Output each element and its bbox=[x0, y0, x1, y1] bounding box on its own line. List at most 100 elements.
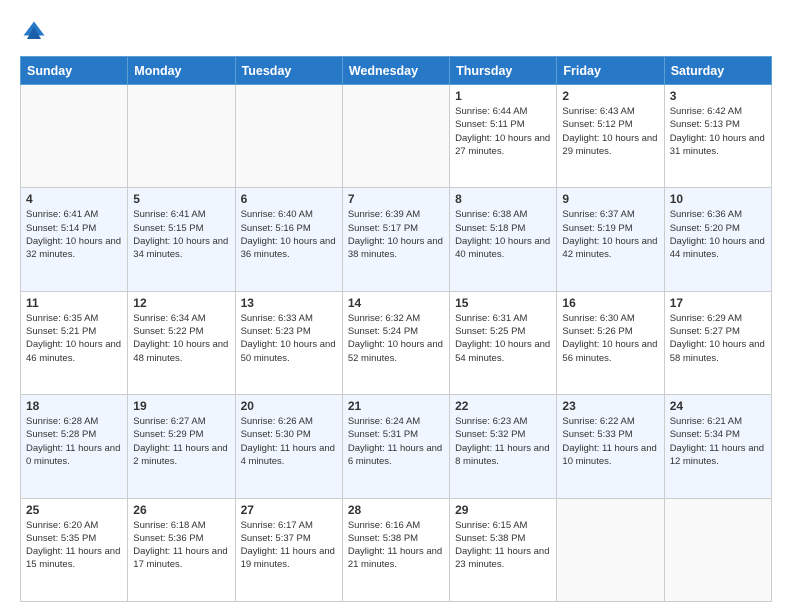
calendar-day-cell bbox=[664, 498, 771, 601]
day-info: Sunrise: 6:26 AM Sunset: 5:30 PM Dayligh… bbox=[241, 415, 337, 468]
calendar-day-cell: 1 Sunrise: 6:44 AM Sunset: 5:11 PM Daylig… bbox=[450, 85, 557, 188]
calendar-day-cell: 13 Sunrise: 6:33 AM Sunset: 5:23 PM Dayli… bbox=[235, 291, 342, 394]
day-number: 7 bbox=[348, 192, 444, 206]
logo-icon bbox=[20, 18, 48, 46]
calendar-day-cell: 19Sunrise: 6:27 AM Sunset: 5:29 PM Dayli… bbox=[128, 395, 235, 498]
calendar-day-cell: 5 Sunrise: 6:41 AM Sunset: 5:15 PM Daylig… bbox=[128, 188, 235, 291]
calendar-week-row: 11 Sunrise: 6:35 AM Sunset: 5:21 PM Dayli… bbox=[21, 291, 772, 394]
day-info: Sunrise: 6:41 AM Sunset: 5:15 PM Dayligh… bbox=[133, 208, 229, 261]
day-number: 19 bbox=[133, 399, 229, 413]
day-info: Sunrise: 6:17 AM Sunset: 5:37 PM Dayligh… bbox=[241, 519, 337, 572]
day-number: 18 bbox=[26, 399, 122, 413]
day-info: Sunrise: 6:20 AM Sunset: 5:35 PM Dayligh… bbox=[26, 519, 122, 572]
calendar-day-header: Monday bbox=[128, 57, 235, 85]
calendar-day-cell: 27 Sunrise: 6:17 AM Sunset: 5:37 PM Dayli… bbox=[235, 498, 342, 601]
calendar-day-cell: 12 Sunrise: 6:34 AM Sunset: 5:22 PM Dayli… bbox=[128, 291, 235, 394]
calendar-day-cell bbox=[21, 85, 128, 188]
day-info: Sunrise: 6:31 AM Sunset: 5:25 PM Dayligh… bbox=[455, 312, 551, 365]
calendar-week-row: 18 Sunrise: 6:28 AM Sunset: 5:28 PM Dayli… bbox=[21, 395, 772, 498]
day-number: 25 bbox=[26, 503, 122, 517]
calendar-table: SundayMondayTuesdayWednesdayThursdayFrid… bbox=[20, 56, 772, 602]
calendar-week-row: 25 Sunrise: 6:20 AM Sunset: 5:35 PM Dayli… bbox=[21, 498, 772, 601]
calendar-day-cell: 26 Sunrise: 6:18 AM Sunset: 5:36 PM Dayli… bbox=[128, 498, 235, 601]
day-number: 21 bbox=[348, 399, 444, 413]
calendar-day-header: Wednesday bbox=[342, 57, 449, 85]
day-number: 22 bbox=[455, 399, 551, 413]
calendar-day-cell: 24Sunrise: 6:21 AM Sunset: 5:34 PM Dayli… bbox=[664, 395, 771, 498]
calendar-day-cell: 14 Sunrise: 6:32 AM Sunset: 5:24 PM Dayli… bbox=[342, 291, 449, 394]
day-number: 10 bbox=[670, 192, 766, 206]
day-info: Sunrise: 6:41 AM Sunset: 5:14 PM Dayligh… bbox=[26, 208, 122, 261]
day-number: 23 bbox=[562, 399, 658, 413]
calendar-day-cell: 22 Sunrise: 6:23 AM Sunset: 5:32 PM Dayli… bbox=[450, 395, 557, 498]
calendar-day-cell: 8Sunrise: 6:38 AM Sunset: 5:18 PM Daylig… bbox=[450, 188, 557, 291]
day-info: Sunrise: 6:38 AM Sunset: 5:18 PM Dayligh… bbox=[455, 208, 551, 261]
calendar-day-cell: 2Sunrise: 6:43 AM Sunset: 5:12 PM Daylig… bbox=[557, 85, 664, 188]
day-number: 24 bbox=[670, 399, 766, 413]
day-number: 26 bbox=[133, 503, 229, 517]
calendar-day-header: Tuesday bbox=[235, 57, 342, 85]
logo bbox=[20, 18, 52, 46]
calendar-day-cell: 21 Sunrise: 6:24 AM Sunset: 5:31 PM Dayli… bbox=[342, 395, 449, 498]
day-number: 11 bbox=[26, 296, 122, 310]
day-number: 20 bbox=[241, 399, 337, 413]
day-info: Sunrise: 6:16 AM Sunset: 5:38 PM Dayligh… bbox=[348, 519, 444, 572]
calendar-day-cell: 17Sunrise: 6:29 AM Sunset: 5:27 PM Dayli… bbox=[664, 291, 771, 394]
day-number: 16 bbox=[562, 296, 658, 310]
day-info: Sunrise: 6:28 AM Sunset: 5:28 PM Dayligh… bbox=[26, 415, 122, 468]
day-number: 28 bbox=[348, 503, 444, 517]
day-number: 3 bbox=[670, 89, 766, 103]
calendar-day-cell: 23 Sunrise: 6:22 AM Sunset: 5:33 PM Dayli… bbox=[557, 395, 664, 498]
day-info: Sunrise: 6:44 AM Sunset: 5:11 PM Dayligh… bbox=[455, 105, 551, 158]
day-number: 5 bbox=[133, 192, 229, 206]
day-info: Sunrise: 6:30 AM Sunset: 5:26 PM Dayligh… bbox=[562, 312, 658, 365]
day-info: Sunrise: 6:24 AM Sunset: 5:31 PM Dayligh… bbox=[348, 415, 444, 468]
day-info: Sunrise: 6:32 AM Sunset: 5:24 PM Dayligh… bbox=[348, 312, 444, 365]
day-info: Sunrise: 6:33 AM Sunset: 5:23 PM Dayligh… bbox=[241, 312, 337, 365]
calendar-day-cell: 4 Sunrise: 6:41 AM Sunset: 5:14 PM Daylig… bbox=[21, 188, 128, 291]
calendar-day-cell: 3Sunrise: 6:42 AM Sunset: 5:13 PM Daylig… bbox=[664, 85, 771, 188]
day-number: 29 bbox=[455, 503, 551, 517]
header bbox=[20, 18, 772, 46]
day-info: Sunrise: 6:39 AM Sunset: 5:17 PM Dayligh… bbox=[348, 208, 444, 261]
day-number: 15 bbox=[455, 296, 551, 310]
calendar-day-cell: 20 Sunrise: 6:26 AM Sunset: 5:30 PM Dayli… bbox=[235, 395, 342, 498]
day-info: Sunrise: 6:40 AM Sunset: 5:16 PM Dayligh… bbox=[241, 208, 337, 261]
calendar-day-cell bbox=[342, 85, 449, 188]
day-info: Sunrise: 6:37 AM Sunset: 5:19 PM Dayligh… bbox=[562, 208, 658, 261]
day-info: Sunrise: 6:34 AM Sunset: 5:22 PM Dayligh… bbox=[133, 312, 229, 365]
calendar-day-cell bbox=[235, 85, 342, 188]
calendar-day-cell: 15 Sunrise: 6:31 AM Sunset: 5:25 PM Dayli… bbox=[450, 291, 557, 394]
day-number: 14 bbox=[348, 296, 444, 310]
calendar-page: SundayMondayTuesdayWednesdayThursdayFrid… bbox=[0, 0, 792, 612]
calendar-week-row: 1 Sunrise: 6:44 AM Sunset: 5:11 PM Daylig… bbox=[21, 85, 772, 188]
calendar-day-header: Friday bbox=[557, 57, 664, 85]
day-info: Sunrise: 6:18 AM Sunset: 5:36 PM Dayligh… bbox=[133, 519, 229, 572]
calendar-day-cell bbox=[557, 498, 664, 601]
calendar-day-cell: 29 Sunrise: 6:15 AM Sunset: 5:38 PM Dayli… bbox=[450, 498, 557, 601]
day-info: Sunrise: 6:29 AM Sunset: 5:27 PM Dayligh… bbox=[670, 312, 766, 365]
calendar-day-header: Saturday bbox=[664, 57, 771, 85]
day-number: 6 bbox=[241, 192, 337, 206]
day-number: 9 bbox=[562, 192, 658, 206]
day-number: 27 bbox=[241, 503, 337, 517]
calendar-day-cell: 28 Sunrise: 6:16 AM Sunset: 5:38 PM Dayli… bbox=[342, 498, 449, 601]
calendar-day-cell: 11 Sunrise: 6:35 AM Sunset: 5:21 PM Dayli… bbox=[21, 291, 128, 394]
day-info: Sunrise: 6:36 AM Sunset: 5:20 PM Dayligh… bbox=[670, 208, 766, 261]
calendar-day-cell: 18 Sunrise: 6:28 AM Sunset: 5:28 PM Dayli… bbox=[21, 395, 128, 498]
day-info: Sunrise: 6:15 AM Sunset: 5:38 PM Dayligh… bbox=[455, 519, 551, 572]
day-number: 1 bbox=[455, 89, 551, 103]
day-number: 12 bbox=[133, 296, 229, 310]
day-info: Sunrise: 6:22 AM Sunset: 5:33 PM Dayligh… bbox=[562, 415, 658, 468]
calendar-day-header: Sunday bbox=[21, 57, 128, 85]
calendar-day-cell: 7 Sunrise: 6:39 AM Sunset: 5:17 PM Daylig… bbox=[342, 188, 449, 291]
day-info: Sunrise: 6:23 AM Sunset: 5:32 PM Dayligh… bbox=[455, 415, 551, 468]
calendar-day-cell: 9 Sunrise: 6:37 AM Sunset: 5:19 PM Daylig… bbox=[557, 188, 664, 291]
calendar-week-row: 4 Sunrise: 6:41 AM Sunset: 5:14 PM Daylig… bbox=[21, 188, 772, 291]
calendar-day-cell bbox=[128, 85, 235, 188]
day-number: 4 bbox=[26, 192, 122, 206]
calendar-day-header: Thursday bbox=[450, 57, 557, 85]
day-info: Sunrise: 6:35 AM Sunset: 5:21 PM Dayligh… bbox=[26, 312, 122, 365]
day-number: 2 bbox=[562, 89, 658, 103]
day-number: 13 bbox=[241, 296, 337, 310]
